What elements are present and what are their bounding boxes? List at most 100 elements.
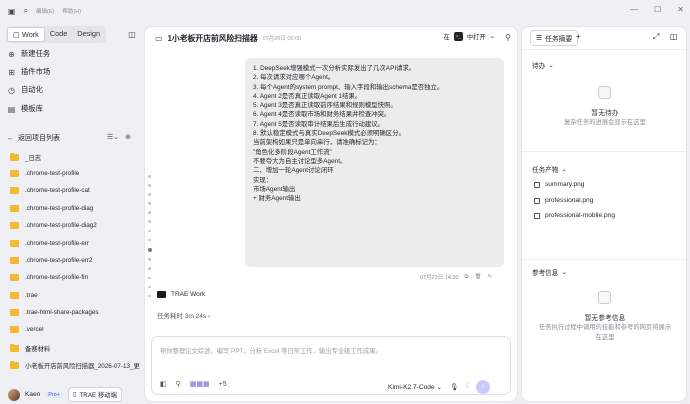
todo-empty-icon <box>598 86 611 99</box>
folder-item[interactable]: .chrome-test-profile-diag <box>10 205 140 212</box>
model-selector[interactable]: Kimi-K2.7-Code ⌄ <box>388 383 442 391</box>
prompt-input-box[interactable]: 帮你整理论文综述、编写 PPT、分析 Excel 等日常工作，输出专业级工作成果… <box>151 336 511 395</box>
nav-plugin-market[interactable]: ⊞ 插件市场 <box>7 67 50 77</box>
menu-help[interactable]: 帮助(H) <box>62 7 81 15</box>
task-elapsed[interactable]: 任务耗时 3m 24s › <box>157 310 210 320</box>
folder-item[interactable]: .chrome-test-profile <box>10 170 140 177</box>
add-tab-icon[interactable]: + <box>576 32 581 41</box>
folder-item[interactable]: .chrome-test-profile-cat <box>10 187 140 194</box>
folder-item[interactable]: .trae-html-share-packages <box>10 309 140 316</box>
folder-item[interactable]: _日志 <box>10 153 140 162</box>
top-menu-bar: ▣ ⌕ 编辑(E) 帮助(H) <box>0 0 690 22</box>
tab-code[interactable]: Code <box>45 27 72 42</box>
task-date: 07月26日 00:00 <box>262 36 302 42</box>
folder-label: .trae <box>25 292 38 299</box>
skills-icon[interactable]: ◧ <box>160 380 167 388</box>
user-row: Kaen Pro+ ▯ TRAE 移动端 <box>8 387 122 402</box>
scroll-marker[interactable] <box>148 211 151 214</box>
tab-work[interactable]: ▢ Work <box>7 27 45 42</box>
folder-icon <box>10 222 19 229</box>
collapse-sidebar-icon[interactable]: ◫ <box>126 28 138 40</box>
scroll-marker[interactable] <box>148 276 151 280</box>
nav-new-task[interactable]: ⊕ 新建任务 <box>7 49 50 59</box>
attach-icon[interactable]: ⚲ <box>176 380 181 388</box>
window-controls: — ☐ ✕ <box>630 5 684 14</box>
open-in-terminal-button[interactable]: 在 >_ 中打开 ⌄ <box>444 32 495 41</box>
message-line: 市场Agent输出 <box>253 185 296 193</box>
close-icon[interactable]: ✕ <box>677 5 684 14</box>
folder-item[interactable]: 备赛材料 <box>10 344 140 353</box>
scroll-marker[interactable] <box>148 294 151 298</box>
tab-task-summary[interactable]: ☰ 任务摘要 <box>530 30 579 46</box>
outputs-section-header[interactable]: 任务产物 ⌄ <box>532 164 567 174</box>
scroll-marker[interactable] <box>148 238 151 242</box>
scroll-marker[interactable] <box>148 267 151 270</box>
folder-label: 小老板开店前风险扫描器_2026-07-13_更 <box>25 363 140 370</box>
folder-item[interactable]: .chrome-test-profile-err <box>10 240 140 247</box>
scroll-marker[interactable] <box>148 175 151 178</box>
expand-icon[interactable]: ⤢ <box>653 32 659 42</box>
divider <box>522 259 688 260</box>
refs-section-header[interactable]: 参考信息 ⌄ <box>532 267 567 277</box>
folder-item[interactable]: .chrome-test-profile-fin <box>10 274 140 281</box>
folder-icon <box>10 344 19 352</box>
back-arrow-icon: ← <box>7 134 14 142</box>
scroll-marker[interactable] <box>148 193 151 196</box>
avatar[interactable] <box>8 388 20 401</box>
voice-wave-icon[interactable]: ⫶ <box>466 383 468 391</box>
output-file[interactable]: summary.png <box>534 181 584 188</box>
edit-icon[interactable]: ✎ <box>487 274 492 280</box>
panel-toggle-icon[interactable]: ◫ <box>670 32 678 41</box>
scroll-marker[interactable] <box>148 202 151 205</box>
scroll-marker[interactable] <box>148 285 151 289</box>
page-title: 1小老板开店前风险扫描器 <box>167 33 258 43</box>
send-button[interactable]: ↑ <box>476 380 490 394</box>
add-project-icon[interactable]: ⊕ <box>125 133 131 141</box>
scroll-marker[interactable] <box>148 184 151 187</box>
refs-empty-title: 暂无参考信息 <box>584 315 626 322</box>
folder-item[interactable]: 小老板开店前风险扫描器_2026-07-13_更 <box>10 361 140 370</box>
message-line: 4. Agent 2是否真正读取Agent 1结果。 <box>253 92 362 100</box>
folder-item[interactable]: .trae <box>10 292 140 299</box>
chevron-down-icon: ⌄ <box>561 269 567 276</box>
sidebar: ▢ Work Code Design ◫ ⊕ 新建任务 ⊞ 插件市场 ◷ 自动化… <box>0 22 143 404</box>
nav-automation[interactable]: ◷ 自动化 <box>7 85 43 95</box>
tab-design[interactable]: Design <box>72 27 105 42</box>
copy-icon[interactable]: ⧉ <box>465 274 469 281</box>
chevron-down-icon: ⌄ <box>489 33 495 40</box>
pin-icon[interactable]: ⚲ <box>505 33 511 42</box>
back-to-project-list[interactable]: ← 返回项目列表 ☰⌄ ⊕ <box>7 133 137 143</box>
delete-icon[interactable]: 🗑 <box>474 274 481 280</box>
search-icon[interactable]: ⌕ <box>24 6 28 16</box>
menu-edit[interactable]: 编辑(E) <box>36 7 54 15</box>
message-line: 5. Agent 3是否真正读取前序结果和规则模型快照。 <box>253 102 397 110</box>
scroll-marker[interactable] <box>148 229 151 233</box>
nav-template-library[interactable]: ▤ 模板库 <box>7 104 43 114</box>
sidebar-toggle-icon[interactable]: ▣ <box>8 7 16 16</box>
output-file[interactable]: professional-mobile.png <box>534 212 615 219</box>
folder-label: .chrome-test-profile-err <box>25 240 90 247</box>
output-file[interactable]: professional.png <box>534 197 593 204</box>
folder-item[interactable]: .chrome-test-profile-err2 <box>10 257 140 264</box>
scroll-marker[interactable] <box>148 258 151 261</box>
scroll-marker[interactable] <box>148 220 151 223</box>
folder-icon <box>10 292 19 299</box>
todo-empty-title: 暂无待办 <box>591 110 619 117</box>
todo-title: 待办 <box>532 63 546 70</box>
mobile-app-button[interactable]: ▯ TRAE 移动端 <box>67 387 122 402</box>
plugin-chips-icon[interactable]: ▦▦▦ <box>190 380 210 388</box>
scroll-marker-active[interactable] <box>147 247 152 252</box>
folder-label: _日志 <box>25 155 42 162</box>
chat-panel: ▭ 1小老板开店前风险扫描器 07月26日 00:00 在 >_ 中打开 ⌄ ⚲… <box>144 26 518 402</box>
todo-section-header[interactable]: 待办 ⌄ <box>532 60 554 70</box>
phone-icon: ▯ <box>72 391 77 398</box>
microphone-icon[interactable]: 🎙 <box>450 383 458 391</box>
folder-item[interactable]: .vercel <box>10 326 140 333</box>
folder-label: .trae-html-share-packages <box>25 309 99 316</box>
maximize-icon[interactable]: ☐ <box>654 5 661 14</box>
message-line: 7. Agent 5是否读取审计结果后生成行动建议。 <box>253 120 385 128</box>
minimize-icon[interactable]: — <box>630 5 638 14</box>
folder-item[interactable]: .chrome-test-profile-diag2 <box>10 222 140 229</box>
filter-icon[interactable]: ☰⌄ <box>107 133 119 141</box>
more-plugins-count[interactable]: +5 <box>219 381 227 388</box>
